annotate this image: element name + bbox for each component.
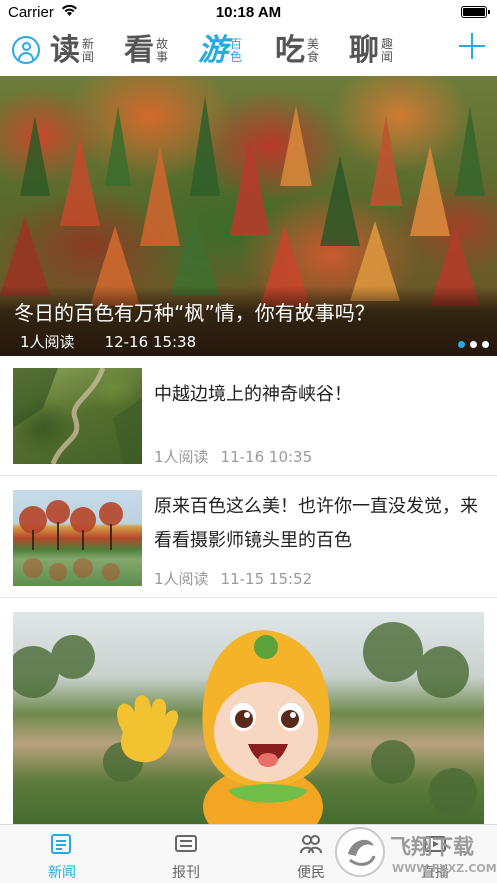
carousel-dot	[482, 341, 489, 348]
carousel-dot-active	[458, 341, 465, 348]
clock: 10:18 AM	[215, 4, 282, 21]
people-icon	[300, 835, 322, 854]
carousel-indicator[interactable]	[458, 341, 489, 348]
hero-date: 12-16 15:38	[104, 333, 197, 351]
article-meta: 1人阅读 11-16 10:35	[154, 446, 312, 467]
article-thumbnail	[13, 490, 142, 586]
tab-eat-food[interactable]: 吃 美食	[275, 33, 319, 69]
channel-nav: 读 新闻 看 故事 游 百色 吃 美食 聊 趣闻	[0, 26, 497, 76]
user-avatar-icon[interactable]	[12, 36, 40, 64]
article-title: 原来百色这么美！也许你一直没发觉，来看看摄影师镜头里的百色	[154, 496, 478, 551]
tab-chat-fun[interactable]: 聊 趣闻	[349, 33, 393, 69]
article-reads: 1人阅读	[154, 570, 209, 588]
carousel-dot	[470, 341, 477, 348]
tab-news[interactable]: 新闻	[12, 825, 112, 883]
svg-text:WWW.FXXZ.COM: WWW.FXXZ.COM	[392, 862, 497, 875]
hero-title: 冬日的百色有万种“枫”情，你有故事吗？	[14, 301, 375, 325]
list-item[interactable]: 原来百色这么美！也许你一直没发觉，来看看摄影师镜头里的百色 1人阅读 11-15 …	[0, 476, 497, 598]
article-thumbnail	[13, 368, 142, 464]
article-title: 中越边境上的神奇峡谷！	[154, 384, 352, 405]
list-item[interactable]: 中越边境上的神奇峡谷！ 1人阅读 11-16 10:35	[0, 356, 497, 476]
svg-text:飞翔下载: 飞翔下载	[390, 835, 474, 859]
hero-reads: 1人阅读	[20, 333, 75, 351]
add-channel-icon[interactable]	[459, 33, 485, 59]
mascot-image	[13, 622, 477, 824]
hero-banner[interactable]: 冬日的百色有万种“枫”情，你有故事吗？ 1人阅读 12-16 15:38	[0, 76, 497, 356]
tab-newspaper[interactable]: 报刊	[136, 825, 236, 883]
newspaper-icon	[175, 835, 197, 852]
tab-travel-baise[interactable]: 游 百色	[198, 33, 242, 69]
battery-icon	[461, 6, 490, 18]
news-icon	[51, 834, 71, 854]
hero-meta: 1人阅读 12-16 15:38	[20, 331, 196, 352]
tab-watch-stories[interactable]: 看 故事	[124, 33, 168, 69]
tab-read-news[interactable]: 读 新闻	[50, 33, 94, 69]
article-date: 11-16 10:35	[220, 448, 313, 466]
article-meta: 1人阅读 11-15 15:52	[154, 568, 312, 589]
article-date: 11-15 15:52	[220, 570, 313, 588]
watermark-logo: 飞翔下载 WWW.FXXZ.COM	[335, 827, 497, 877]
article-reads: 1人阅读	[154, 448, 209, 466]
featured-image-card[interactable]	[13, 612, 484, 824]
status-bar: Carrier 10:18 AM	[0, 0, 497, 26]
